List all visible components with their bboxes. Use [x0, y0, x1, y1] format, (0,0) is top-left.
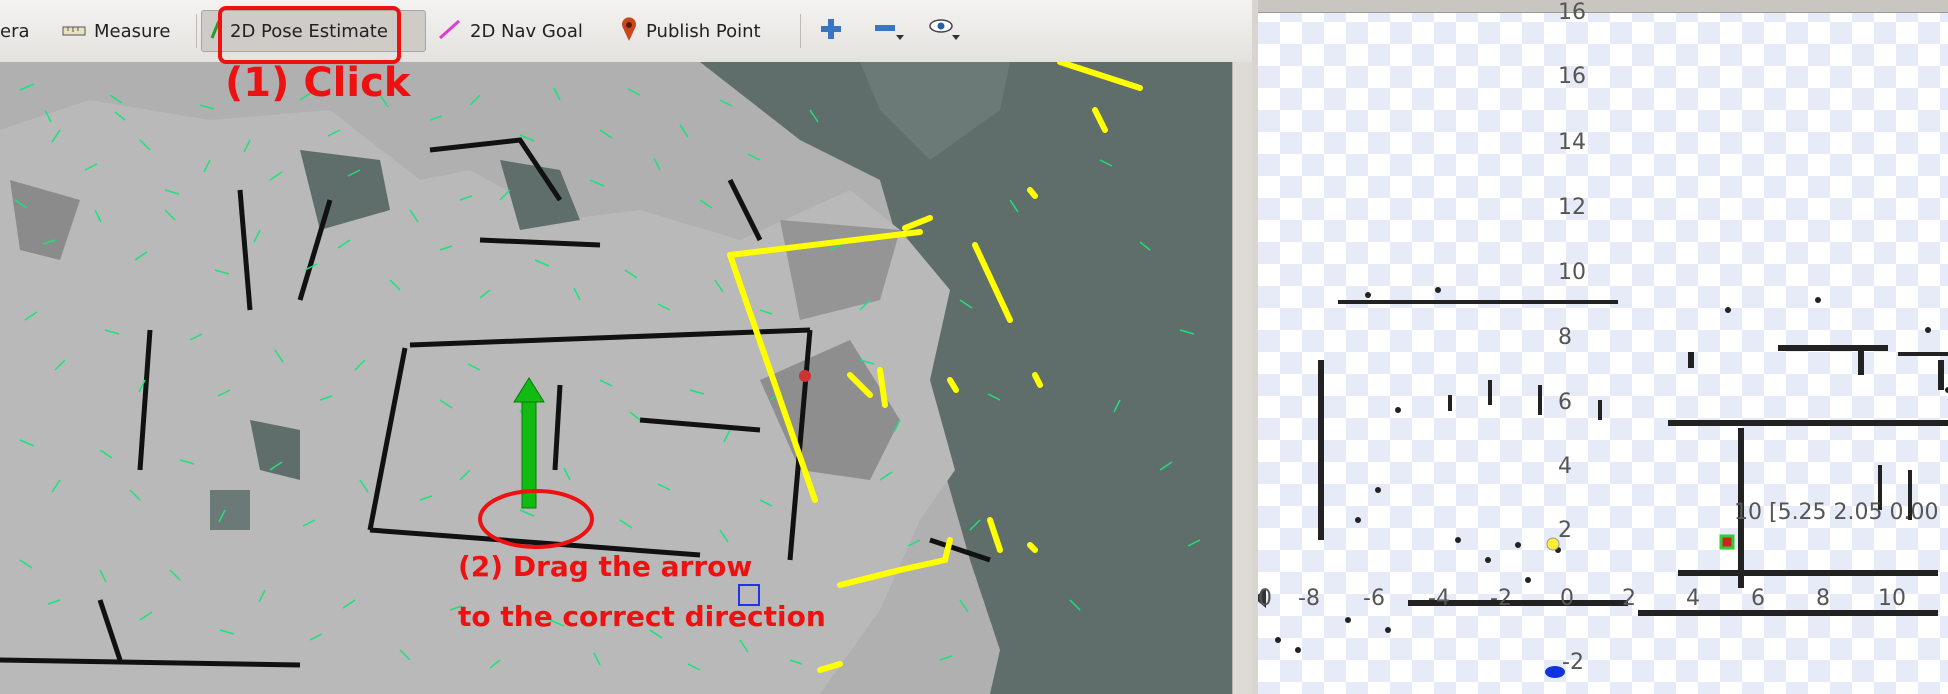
x-tick-label: 2: [1622, 586, 1636, 611]
toolbar-divider: [196, 14, 197, 48]
view-scrollbar[interactable]: [1232, 62, 1252, 694]
nav-goal-arrow-icon: [438, 18, 462, 45]
ruler-icon: [62, 21, 86, 42]
x-tick-label: 10: [1878, 586, 1906, 611]
publish-point-label: Publish Point: [646, 20, 761, 42]
x-tick-label: 0: [1258, 586, 1272, 611]
x-tick-label: -6: [1363, 586, 1385, 611]
nav-goal-label: 2D Nav Goal: [470, 20, 583, 42]
plot-canvas[interactable]: [1258, 0, 1948, 694]
x-tick-label: 4: [1686, 586, 1700, 611]
2d-nav-goal-button[interactable]: 2D Nav Goal: [438, 10, 583, 52]
x-tick-label: -2: [1490, 586, 1512, 611]
x-tick-label: 6: [1751, 586, 1765, 611]
rviz-window: era Measure 2D Pose Estimate 2D Nav Goal…: [0, 0, 1252, 694]
origin-marker: [1545, 666, 1565, 678]
camera-button-label: era: [0, 20, 30, 42]
x-tick-label: 8: [1816, 586, 1830, 611]
plus-icon: [820, 18, 842, 45]
pose-estimate-marker: [1546, 537, 1560, 551]
robot-position-marker: [1719, 534, 1735, 550]
click-highlight-box: [218, 6, 401, 64]
remove-tool-button[interactable]: [874, 10, 904, 52]
point-coordinate-label: 10 [5.25 2.05 0.00: [1734, 500, 1939, 525]
interact-camera-button[interactable]: era: [0, 10, 30, 52]
annotation-step1: (1) Click: [225, 60, 411, 106]
map-pin-icon: [620, 16, 638, 47]
add-tool-button[interactable]: [820, 10, 842, 52]
measure-button[interactable]: Measure: [62, 10, 171, 52]
annotation-step2-line2: to the correct direction: [458, 600, 826, 633]
minus-icon: [874, 17, 904, 46]
toolbar-divider: [800, 14, 801, 48]
measure-label: Measure: [94, 20, 171, 42]
scatter-plot-window: 16 16 14 12 10 8 6 4 2 -2 0 -8 -6 -4 -2 …: [1258, 0, 1948, 694]
tool-visibility-button[interactable]: [928, 10, 962, 52]
eye-icon: [928, 17, 962, 46]
x-tick-label: -4: [1428, 586, 1450, 611]
publish-point-button[interactable]: Publish Point: [620, 10, 761, 52]
annotation-step2-line1: (2) Drag the arrow: [458, 550, 753, 583]
x-tick-label: 0: [1560, 586, 1574, 611]
rviz-toolbar: era Measure 2D Pose Estimate 2D Nav Goal…: [0, 0, 1252, 63]
robot-marker: [799, 370, 811, 382]
x-tick-label: -8: [1298, 586, 1320, 611]
